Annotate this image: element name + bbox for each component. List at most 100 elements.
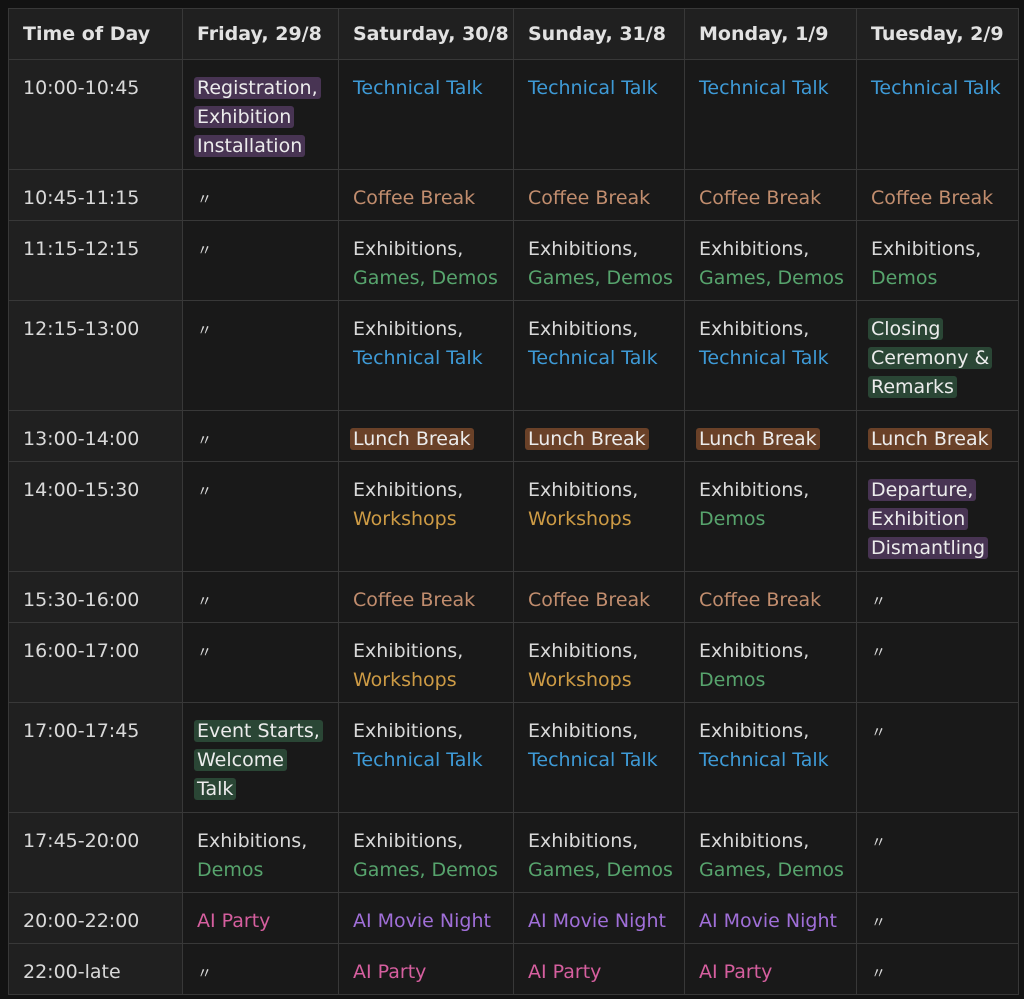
schedule-cell: Coffee Break xyxy=(684,571,857,623)
ditto-mark: 〃 xyxy=(197,482,213,500)
schedule-cell: Exhibitions, Workshops xyxy=(338,622,514,703)
event-label: Games, Demos xyxy=(353,267,498,289)
event-label: Demos xyxy=(699,669,766,691)
table-row: 15:30-16:00 〃 Coffee Break Coffee Break Coff… xyxy=(8,571,1019,623)
ditto-mark: 〃 xyxy=(197,592,213,610)
event-label: Games, Demos xyxy=(699,267,844,289)
event-label: Technical Talk xyxy=(353,347,483,369)
schedule-cell: AI Movie Night xyxy=(338,892,514,944)
header-time-of-day: Time of Day xyxy=(8,8,183,60)
event-label: AI Party xyxy=(528,961,602,983)
event-label: Dismantling xyxy=(868,537,989,559)
schedule-cell: 〃 xyxy=(856,812,1019,893)
event-label: Exhibitions, xyxy=(528,720,639,742)
event-label: Technical Talk xyxy=(699,347,829,369)
time-slot-cell: 11:15-12:15 xyxy=(8,220,183,301)
table-row: 17:00-17:45 Event Starts, Welcome Talk Exhib… xyxy=(8,702,1019,813)
header-friday: Friday, 29/8 xyxy=(182,8,339,60)
event-label: Exhibitions, xyxy=(353,479,464,501)
schedule-cell: AI Party xyxy=(513,943,685,995)
event-label: Exhibition xyxy=(868,508,969,530)
event-label: Exhibitions, xyxy=(699,830,810,852)
schedule-cell: Exhibitions, Demos xyxy=(684,622,857,703)
event-label: Exhibitions, xyxy=(699,720,810,742)
ditto-mark: 〃 xyxy=(197,190,213,208)
event-label: Lunch Break xyxy=(350,428,474,450)
event-label: Talk xyxy=(194,778,237,800)
schedule-cell: Lunch Break xyxy=(513,410,685,462)
event-label: Technical Talk xyxy=(699,77,829,99)
schedule-cell: Exhibitions, Demos xyxy=(856,220,1019,301)
event-label: Technical Talk xyxy=(871,77,1001,99)
schedule-cell: AI Party xyxy=(684,943,857,995)
ditto-mark: 〃 xyxy=(871,723,887,741)
header-tuesday: Tuesday, 2/9 xyxy=(856,8,1019,60)
schedule-cell: AI Party xyxy=(182,892,339,944)
ditto-mark: 〃 xyxy=(197,643,213,661)
event-label: Games, Demos xyxy=(528,267,673,289)
schedule-cell: Exhibitions, Games, Demos xyxy=(684,220,857,301)
event-label: Demos xyxy=(197,859,264,881)
event-label: Technical Talk xyxy=(528,749,658,771)
time-slot-cell: 16:00-17:00 xyxy=(8,622,183,703)
schedule-cell: Exhibitions, Technical Talk xyxy=(513,702,685,813)
event-label: Welcome xyxy=(194,749,287,771)
table-row: 13:00-14:00 〃 Lunch Break Lunch Break Lunch … xyxy=(8,410,1019,462)
event-label: Ceremony & xyxy=(868,347,993,369)
ditto-mark: 〃 xyxy=(197,431,213,449)
table-row: 10:00-10:45 Registration, Exhibition Instal… xyxy=(8,59,1019,170)
event-label: Technical Talk xyxy=(528,347,658,369)
table-row: 11:15-12:15 〃 Exhibitions, Games, Demos Exhi… xyxy=(8,220,1019,301)
schedule-cell: Coffee Break xyxy=(513,169,685,221)
ditto-mark: 〃 xyxy=(871,643,887,661)
event-label: Exhibitions, xyxy=(699,318,810,340)
ditto-mark: 〃 xyxy=(871,913,887,931)
event-label: Technical Talk xyxy=(528,77,658,99)
schedule-cell: 〃 xyxy=(182,571,339,623)
schedule-cell: Lunch Break xyxy=(338,410,514,462)
event-label: Exhibitions, xyxy=(528,640,639,662)
event-label: Lunch Break xyxy=(525,428,649,450)
schedule-cell: Exhibitions, Technical Talk xyxy=(684,702,857,813)
schedule-cell: Event Starts, Welcome Talk xyxy=(182,702,339,813)
time-slot-cell: 13:00-14:00 xyxy=(8,410,183,462)
event-label: Demos xyxy=(871,267,938,289)
table-row: 16:00-17:00 〃 Exhibitions, Workshops Exhibit… xyxy=(8,622,1019,703)
event-label: Closing xyxy=(868,318,944,340)
schedule-cell: 〃 xyxy=(856,943,1019,995)
time-slot-cell: 14:00-15:30 xyxy=(8,461,183,572)
ditto-mark: 〃 xyxy=(871,964,887,982)
table-row: 20:00-22:00 AI Party AI Movie Night AI Movi… xyxy=(8,892,1019,944)
schedule-cell: Lunch Break xyxy=(856,410,1019,462)
schedule-cell: Exhibitions, Technical Talk xyxy=(684,300,857,411)
time-slot-cell: 15:30-16:00 xyxy=(8,571,183,623)
event-label: AI Movie Night xyxy=(699,910,837,932)
schedule-cell: Exhibitions, Games, Demos xyxy=(513,220,685,301)
schedule-cell: 〃 xyxy=(182,169,339,221)
header-row: Time of Day Friday, 29/8 Saturday, 30/8 … xyxy=(8,8,1019,60)
time-slot-cell: 12:15-13:00 xyxy=(8,300,183,411)
event-label: Workshops xyxy=(353,508,457,530)
event-label: Coffee Break xyxy=(871,187,994,209)
event-label: Exhibitions, xyxy=(528,318,639,340)
schedule-cell: Registration, Exhibition Installation xyxy=(182,59,339,170)
event-label: AI Movie Night xyxy=(528,910,666,932)
schedule-cell: AI Party xyxy=(338,943,514,995)
schedule-cell: Coffee Break xyxy=(856,169,1019,221)
table-row: 14:00-15:30 〃 Exhibitions, Workshops Exhibit… xyxy=(8,461,1019,572)
schedule-cell: Exhibitions, Workshops xyxy=(513,622,685,703)
schedule-cell: Coffee Break xyxy=(338,169,514,221)
schedule-cell: Exhibitions, Games, Demos xyxy=(338,220,514,301)
event-label: Coffee Break xyxy=(353,187,476,209)
ditto-mark: 〃 xyxy=(197,964,213,982)
schedule-cell: Technical Talk xyxy=(856,59,1019,170)
schedule-cell: Exhibitions, Technical Talk xyxy=(338,300,514,411)
schedule-header: Time of Day Friday, 29/8 Saturday, 30/8 … xyxy=(8,8,1019,60)
schedule-cell: Coffee Break xyxy=(338,571,514,623)
table-row: 22:00-late 〃 AI Party AI Party AI Party 〃 xyxy=(8,943,1019,995)
event-label: Coffee Break xyxy=(528,589,651,611)
event-label: Coffee Break xyxy=(353,589,476,611)
ditto-mark: 〃 xyxy=(871,592,887,610)
schedule-cell: Exhibitions, Workshops xyxy=(338,461,514,572)
event-label: AI Party xyxy=(353,961,427,983)
